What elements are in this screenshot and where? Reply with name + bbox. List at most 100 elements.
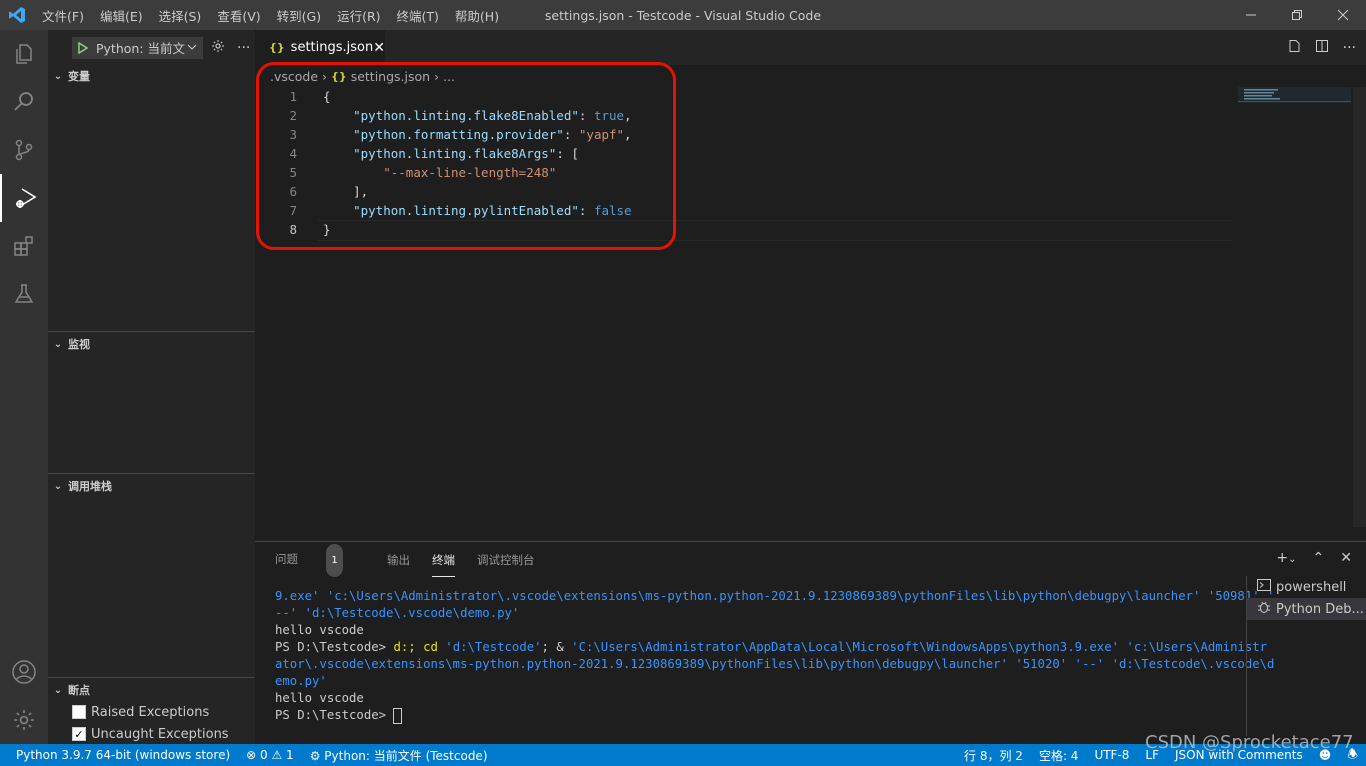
tab-terminal[interactable]: 终端	[432, 544, 455, 577]
activity-bar	[0, 30, 48, 744]
account-icon[interactable]	[0, 648, 48, 696]
close-window-icon[interactable]	[1320, 0, 1366, 30]
tab-debug-console[interactable]: 调试控制台	[477, 544, 535, 576]
watch-header[interactable]: ⌄ 监视	[48, 333, 255, 355]
breakpoint-raised-exceptions[interactable]: Raised Exceptions	[48, 701, 255, 723]
menu-edit[interactable]: 编辑(E)	[92, 6, 151, 25]
explorer-icon[interactable]	[0, 30, 48, 78]
terminal-item-label: Python Deb...	[1276, 601, 1364, 617]
terminal-item-powershell[interactable]: powershell	[1247, 576, 1366, 598]
divider	[48, 677, 255, 678]
menu-help[interactable]: 帮助(H)	[447, 6, 507, 25]
menu-view[interactable]: 查看(V)	[209, 6, 268, 25]
variables-section: ⌄ 变量	[48, 65, 255, 87]
debug-config-select[interactable]: Python: 当前文	[72, 36, 204, 59]
close-tab-icon[interactable]: ✕	[373, 40, 385, 56]
tab-settings-json[interactable]: {} settings.json ✕	[255, 30, 385, 65]
highlight-annotation-box	[256, 62, 676, 250]
breakpoints-header[interactable]: ⌄ 断点	[48, 679, 255, 701]
tab-problems[interactable]: 问题 1	[275, 536, 365, 585]
terminal-line: --' 'd:\Testcode\.vscode\demo.py'	[275, 606, 520, 620]
python-interpreter[interactable]: Python 3.9.7 64-bit (windows store)	[0, 748, 238, 762]
breakpoints-section: ⌄ 断点 Raised Exceptions ✓ Uncaught Except…	[48, 679, 255, 745]
divider	[48, 331, 255, 332]
title-bar: 文件(F) 编辑(E) 选择(S) 查看(V) 转到(G) 运行(R) 终端(T…	[0, 0, 1366, 30]
restore-icon[interactable]	[1274, 0, 1320, 30]
more-actions-icon[interactable]: ···	[1343, 40, 1356, 56]
terminal-line: PS D:\Testcode> d:; cd 'd:\Testcode'; & …	[275, 640, 1268, 654]
debug-bug-icon: ⚙	[309, 748, 321, 763]
callstack-title: 调用堆栈	[68, 480, 112, 493]
menu-file[interactable]: 文件(F)	[34, 6, 92, 25]
terminal-list: powershell Python Deb...	[1246, 576, 1366, 736]
watermark: CSDN @Sprocketace77	[1145, 732, 1354, 753]
uncaught-exceptions-checkbox[interactable]: ✓	[72, 727, 86, 741]
new-terminal-icon[interactable]: +⌄	[1276, 550, 1296, 566]
source-control-icon[interactable]	[0, 126, 48, 174]
testing-icon[interactable]	[0, 270, 48, 318]
chevron-down-icon	[187, 40, 197, 55]
more-actions-icon[interactable]: ···	[237, 40, 250, 56]
debug-config-status[interactable]: ⚙ Python: 当前文件 (Testcode)	[302, 747, 496, 764]
watch-section: ⌄ 监视	[48, 333, 255, 355]
minimap[interactable]	[1238, 87, 1351, 107]
divider	[48, 473, 255, 474]
debug-config-label: Python: 当前文	[96, 41, 186, 56]
chevron-down-icon: ⌄	[53, 338, 63, 350]
raised-exceptions-checkbox[interactable]	[72, 705, 86, 719]
close-panel-icon[interactable]: ✕	[1340, 550, 1352, 566]
terminal-icon	[1257, 579, 1271, 595]
terminal-line: 9.exe' 'c:\Users\Administrator\.vscode\e…	[275, 589, 1275, 603]
breakpoints-title: 断点	[68, 684, 90, 697]
terminal-line: hello vscode	[275, 623, 364, 637]
debug-sidebar: Python: 当前文 ··· ⌄ 变量 ⌄ 监视 ⌄ 调用堆栈 ⌄ 断点 Ra…	[48, 30, 255, 744]
settings-gear-icon[interactable]	[0, 696, 48, 744]
breakpoint-label: Uncaught Exceptions	[91, 726, 229, 742]
cursor-position[interactable]: 行 8，列 2	[956, 747, 1031, 764]
problems-status[interactable]: ⊗ 0 ⚠ 1	[238, 748, 302, 762]
debug-settings-gear-icon[interactable]	[211, 39, 225, 56]
variables-header[interactable]: ⌄ 变量	[48, 65, 255, 87]
watch-title: 监视	[68, 338, 90, 351]
search-icon[interactable]	[0, 78, 48, 126]
editor-scrollbar[interactable]	[1353, 87, 1366, 527]
variables-title: 变量	[68, 70, 90, 83]
encoding[interactable]: UTF-8	[1086, 748, 1137, 762]
terminal-item-python-debug[interactable]: Python Deb...	[1247, 598, 1366, 620]
menu-bar: 文件(F) 编辑(E) 选择(S) 查看(V) 转到(G) 运行(R) 终端(T…	[34, 6, 507, 25]
terminal-line: ator\.vscode\extensions\ms-python.python…	[275, 657, 1275, 671]
terminal-output[interactable]: 9.exe' 'c:\Users\Administrator\.vscode\e…	[275, 588, 1275, 724]
maximize-panel-icon[interactable]: ⌃	[1313, 550, 1325, 566]
tab-label: settings.json	[290, 40, 374, 55]
menu-selection[interactable]: 选择(S)	[151, 6, 210, 25]
run-debug-icon[interactable]	[0, 174, 50, 222]
editor-tabs: {} settings.json ✕ ···	[255, 30, 1366, 65]
indentation[interactable]: 空格: 4	[1031, 747, 1087, 764]
terminal-prompt-line[interactable]: PS D:\Testcode>	[275, 707, 1225, 724]
start-debugging-icon[interactable]	[76, 41, 90, 55]
terminal-cursor	[393, 707, 403, 724]
bottom-panel: 问题 1 输出 终端 调试控制台 +⌄ ⌃ ✕ 9.exe' 'c:\Users\…	[255, 541, 1366, 745]
breakpoint-uncaught-exceptions[interactable]: ✓ Uncaught Exceptions	[48, 723, 255, 745]
menu-terminal[interactable]: 终端(T)	[389, 6, 447, 25]
chevron-down-icon: ⌄	[53, 70, 63, 82]
extensions-icon[interactable]	[0, 222, 48, 270]
split-editor-icon[interactable]	[1315, 39, 1329, 57]
tab-output[interactable]: 输出	[387, 544, 410, 576]
terminal-line: emo.py'	[275, 674, 327, 688]
editor-actions: ···	[1287, 30, 1356, 65]
open-settings-ui-icon[interactable]	[1287, 39, 1301, 57]
debug-bug-icon	[1257, 600, 1271, 618]
breakpoint-label: Raised Exceptions	[91, 704, 210, 720]
vscode-logo-icon	[0, 6, 34, 24]
callstack-header[interactable]: ⌄ 调用堆栈	[48, 475, 255, 497]
panel-actions: +⌄ ⌃ ✕	[1276, 550, 1352, 566]
json-file-icon: {}	[269, 41, 285, 54]
window-controls	[1228, 0, 1366, 30]
minimize-icon[interactable]	[1228, 0, 1274, 30]
chevron-down-icon: ⌄	[53, 684, 63, 696]
terminal-item-label: powershell	[1276, 579, 1347, 595]
panel-tabs: 问题 1 输出 终端 调试控制台	[275, 542, 557, 578]
menu-run[interactable]: 运行(R)	[329, 6, 388, 25]
menu-go[interactable]: 转到(G)	[269, 6, 329, 25]
